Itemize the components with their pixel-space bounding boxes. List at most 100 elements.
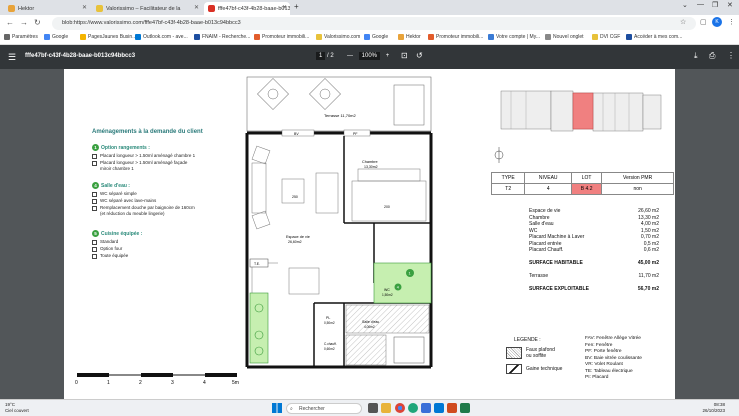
taskbar-search[interactable]: ⌕ Rechercher bbox=[286, 403, 362, 414]
tab-hektor[interactable]: Hektor ✕ bbox=[4, 2, 90, 15]
extensions-icon[interactable]: ▢ bbox=[700, 18, 707, 26]
weather-text: Ciel couvert bbox=[5, 408, 29, 413]
clock[interactable]: 08:38 26/10/2023 bbox=[695, 402, 725, 414]
scale-label: 2 bbox=[139, 380, 142, 386]
explorer-icon[interactable] bbox=[381, 403, 391, 413]
checkbox[interactable] bbox=[92, 160, 97, 166]
more-icon[interactable]: ⋮ bbox=[727, 51, 735, 60]
lot-cell: B 4.2 bbox=[571, 183, 603, 195]
scale-label: 5m bbox=[232, 380, 239, 386]
rotate-icon[interactable]: ↺ bbox=[416, 51, 423, 60]
bookmark-item[interactable]: Accéder à mes com... bbox=[626, 34, 682, 40]
hektor-tab-icon bbox=[8, 5, 15, 12]
maximize-icon[interactable]: ❐ bbox=[712, 1, 718, 9]
option-item[interactable]: Placard longueur > 1.50ml aménagé chambr… bbox=[92, 153, 195, 159]
plan-dimension-200: 200 bbox=[384, 205, 390, 209]
option-item[interactable]: Option four bbox=[92, 246, 122, 252]
checkbox[interactable] bbox=[92, 153, 97, 159]
bookmark-item[interactable]: Google bbox=[44, 34, 68, 40]
plan-badge-4: 4 bbox=[397, 286, 399, 290]
close-icon[interactable]: ✕ bbox=[82, 4, 87, 11]
close-window-icon[interactable]: ✕ bbox=[727, 1, 733, 9]
zoom-out-button[interactable]: — bbox=[347, 53, 353, 59]
table-header-row: TYPE NIVEAU LOT Version PMR bbox=[490, 172, 674, 184]
plan-label-chauf-area: 0,60m2 bbox=[324, 347, 335, 351]
bookmark-item[interactable]: Promoteur immobili... bbox=[254, 34, 309, 40]
chrome-icon[interactable] bbox=[395, 403, 405, 413]
bookmark-item[interactable]: Promoteur immobili... bbox=[428, 34, 483, 40]
mail-icon[interactable] bbox=[434, 403, 444, 413]
option-title: 4 Salle d'eau : bbox=[92, 182, 130, 189]
zoom-in-button[interactable]: + bbox=[386, 53, 390, 59]
table-header: TYPE bbox=[490, 172, 526, 184]
page-total: / 2 bbox=[327, 53, 334, 59]
bookmark-item[interactable]: Paramètres bbox=[4, 34, 38, 40]
surface-label: Terrasse bbox=[529, 273, 549, 279]
bookmark-item[interactable]: Valorissimo.com bbox=[316, 34, 360, 40]
search-placeholder: Rechercher bbox=[299, 406, 325, 412]
avatar[interactable]: K bbox=[712, 17, 722, 27]
valorissimo-tab-icon bbox=[96, 5, 103, 12]
new-tab-button[interactable]: + bbox=[294, 2, 299, 11]
checkbox[interactable] bbox=[92, 239, 97, 245]
pdf-viewer[interactable]: Aménagements à la demande du client 1 Op… bbox=[0, 69, 739, 399]
edge-icon[interactable] bbox=[408, 403, 418, 413]
close-icon[interactable]: ✕ bbox=[194, 4, 199, 11]
option-number: 1 bbox=[92, 144, 99, 151]
download-icon[interactable]: ⤓ bbox=[694, 51, 698, 61]
plan-label-salle-eau: Salle d'eau bbox=[362, 320, 379, 324]
tab-label: Valorissimo – Facilitateur de la bbox=[106, 5, 181, 12]
surfaces-list: Espace de vie 26,60 m2 Chambre 13,30 m2 Sall… bbox=[529, 208, 659, 293]
checkbox[interactable] bbox=[92, 246, 97, 252]
store-icon[interactable] bbox=[421, 403, 431, 413]
checkbox[interactable] bbox=[92, 205, 97, 211]
tab-pdf[interactable]: fffe47bf-c43f-4b28-baae-b013 ✕ bbox=[204, 2, 290, 15]
bookmark-item[interactable]: Google bbox=[364, 34, 388, 40]
task-view-icon[interactable] bbox=[368, 403, 378, 413]
menu-icon[interactable]: ☰ bbox=[8, 52, 16, 63]
option-item[interactable]: WC séparé avec lave-mains bbox=[92, 198, 156, 204]
bookmark-item[interactable]: Hektor bbox=[398, 34, 421, 40]
bookmark-item[interactable]: Nouvel onglet bbox=[545, 34, 584, 40]
zoom-input[interactable]: 100% bbox=[358, 52, 381, 60]
windows-start-icon[interactable] bbox=[272, 403, 282, 413]
option-title: 1 Option rangements : bbox=[92, 144, 150, 151]
minimize-icon[interactable]: — bbox=[697, 1, 704, 8]
forward-icon[interactable]: → bbox=[20, 18, 28, 27]
star-icon[interactable]: ☆ bbox=[680, 18, 686, 26]
teams-icon[interactable] bbox=[447, 403, 457, 413]
bookmark-item[interactable]: PagesJaunes Busin... bbox=[80, 34, 136, 40]
app-icon[interactable] bbox=[460, 403, 470, 413]
option-item[interactable]: WC séparé simple bbox=[92, 191, 137, 197]
bookmark-item[interactable]: Votre compte | My... bbox=[488, 34, 540, 40]
plan-label-te: T.E. bbox=[254, 262, 260, 266]
reload-icon[interactable]: ↻ bbox=[34, 18, 41, 27]
bookmark-item[interactable]: FNAIM - Recherche... bbox=[194, 34, 250, 40]
menu-dots-icon[interactable]: ⋮ bbox=[728, 18, 735, 26]
surface-label: Placard Chauff. bbox=[529, 247, 564, 253]
weather-widget[interactable]: 19°C Ciel couvert bbox=[5, 402, 29, 414]
plan-label-bv: BV bbox=[294, 132, 299, 136]
option-number: 4 bbox=[92, 182, 99, 189]
bookmark-item[interactable]: DVI CGF bbox=[592, 34, 620, 40]
checkbox[interactable] bbox=[92, 253, 97, 259]
option-item[interactable]: Standard bbox=[92, 239, 118, 245]
surface-value: 0,6 m2 bbox=[643, 247, 659, 253]
option-item[interactable]: Toute équipée bbox=[92, 253, 128, 259]
tab-valorissimo[interactable]: Valorissimo – Facilitateur de la ✕ bbox=[92, 2, 202, 15]
checkbox[interactable] bbox=[92, 191, 97, 197]
options-heading: Aménagements à la demande du client bbox=[92, 129, 203, 135]
table-row: T2 4 B 4.2 non bbox=[490, 183, 674, 195]
page-input[interactable]: 1 bbox=[316, 52, 326, 60]
back-icon[interactable]: ← bbox=[6, 18, 14, 27]
search-icon: ⌕ bbox=[290, 406, 293, 412]
print-icon[interactable]: ⎙ bbox=[709, 51, 715, 61]
close-icon[interactable]: ✕ bbox=[282, 4, 287, 11]
option-item[interactable]: Remplacement douche par baignoire de 160… bbox=[92, 205, 195, 211]
tab-search-icon[interactable]: ⌄ bbox=[682, 1, 688, 9]
fit-page-icon[interactable]: ⊡ bbox=[401, 51, 408, 60]
checkbox[interactable] bbox=[92, 198, 97, 204]
url-input[interactable]: blob:https://www.valorissimo.com/fffe47b… bbox=[52, 17, 696, 30]
option-item[interactable]: Placard longueur > 1.50ml aménagé façade bbox=[92, 160, 187, 166]
bookmark-item[interactable]: Outlook.com - ave... bbox=[135, 34, 188, 40]
